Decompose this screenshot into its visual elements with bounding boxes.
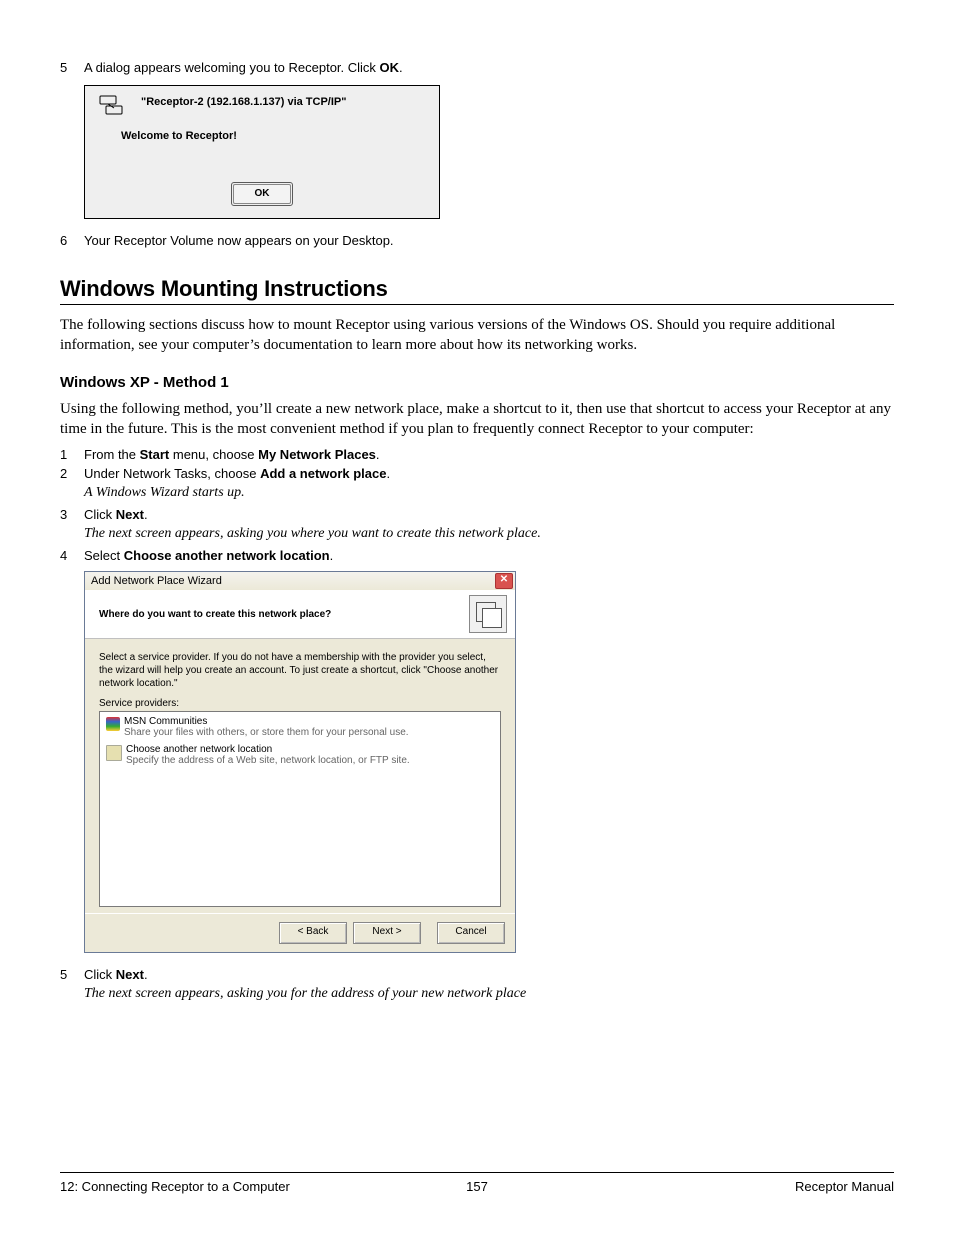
folder-icon — [106, 745, 122, 761]
step-number: 1 — [60, 447, 84, 462]
step-b5-note: The next screen appears, asking you for … — [84, 986, 894, 1002]
step-number: 3 — [60, 507, 84, 522]
step-number: 2 — [60, 466, 84, 481]
back-button[interactable]: < Back — [279, 922, 347, 944]
step-b2: 2 Under Network Tasks, choose Add a netw… — [60, 466, 894, 481]
ok-button[interactable]: OK — [233, 184, 291, 204]
section-heading: Windows Mounting Instructions — [60, 276, 894, 302]
bold: OK — [380, 60, 400, 75]
cancel-button[interactable]: Cancel — [437, 922, 505, 944]
text: . — [399, 60, 403, 75]
service-providers-listbox[interactable]: MSN Communities Share your files with ot… — [99, 711, 501, 907]
step-b2-note: A Windows Wizard starts up. — [84, 485, 894, 501]
intro-paragraph: The following sections discuss how to mo… — [60, 315, 894, 356]
step-5a: 5 A dialog appears welcoming you to Rece… — [60, 60, 894, 75]
list-item-title: MSN Communities — [124, 716, 409, 727]
list-item-subtitle: Share your files with others, or store t… — [124, 727, 409, 738]
text: From the — [84, 447, 140, 462]
footer-chapter: 12: Connecting Receptor to a Computer — [60, 1179, 290, 1194]
step-text: Under Network Tasks, choose Add a networ… — [84, 466, 894, 481]
wizard-content: Select a service provider. If you do not… — [85, 639, 515, 913]
add-network-place-wizard: Add Network Place Wizard ✕ Where do you … — [84, 571, 516, 953]
text: . — [376, 447, 380, 462]
step-number: 5 — [60, 60, 84, 75]
step-b5: 5 Click Next. — [60, 967, 894, 982]
bold: Add a network place — [260, 466, 386, 481]
text: menu, choose — [169, 447, 258, 462]
step-text: A dialog appears welcoming you to Recept… — [84, 60, 894, 75]
text: Click — [84, 967, 116, 982]
step-number: 6 — [60, 233, 84, 248]
subsection-heading: Windows XP - Method 1 — [60, 374, 894, 391]
wizard-titlebar: Add Network Place Wizard ✕ — [85, 572, 515, 590]
wizard-dialog-figure: Add Network Place Wizard ✕ Where do you … — [84, 571, 894, 953]
welcome-dialog: "Receptor-2 (192.168.1.137) via TCP/IP" … — [84, 85, 440, 219]
footer-manual-name: Receptor Manual — [795, 1179, 894, 1194]
network-places-icon — [469, 595, 507, 633]
step-b3-note: The next screen appears, asking you wher… — [84, 526, 894, 542]
text: Select — [84, 548, 124, 563]
welcome-dialog-figure: "Receptor-2 (192.168.1.137) via TCP/IP" … — [84, 85, 894, 219]
bold: Next — [116, 507, 144, 522]
wizard-description: Select a service provider. If you do not… — [99, 651, 501, 690]
intro2-paragraph: Using the following method, you’ll creat… — [60, 399, 894, 440]
wizard-button-bar: < Back Next > Cancel — [85, 913, 515, 952]
step-text: Click Next. — [84, 507, 894, 522]
text: Click — [84, 507, 116, 522]
step-text: Click Next. — [84, 967, 894, 982]
list-item-subtitle: Specify the address of a Web site, netwo… — [126, 755, 410, 766]
service-providers-label: Service providers: — [99, 698, 501, 709]
dialog-network-text: "Receptor-2 (192.168.1.137) via TCP/IP" — [141, 94, 346, 108]
list-item-title: Choose another network location — [126, 744, 410, 755]
heading-rule — [60, 304, 894, 305]
bold: Next — [116, 967, 144, 982]
page-footer: 12: Connecting Receptor to a Computer 15… — [60, 1173, 894, 1194]
wizard-title: Add Network Place Wizard — [91, 575, 222, 587]
step-text: From the Start menu, choose My Network P… — [84, 447, 894, 462]
list-item[interactable]: Choose another network location Specify … — [104, 742, 496, 768]
bold: My Network Places — [258, 447, 376, 462]
bold: Choose another network location — [124, 548, 330, 563]
wizard-question: Where do you want to create this network… — [99, 609, 331, 620]
step-b4: 4 Select Choose another network location… — [60, 548, 894, 563]
step-text: Your Receptor Volume now appears on your… — [84, 233, 894, 248]
text: . — [144, 507, 148, 522]
list-item[interactable]: MSN Communities Share your files with ot… — [104, 714, 496, 740]
ok-button-focus-ring: OK — [231, 182, 293, 206]
step-6a: 6 Your Receptor Volume now appears on yo… — [60, 233, 894, 248]
wizard-banner: Where do you want to create this network… — [85, 590, 515, 639]
text: . — [330, 548, 334, 563]
footer-page-number: 157 — [466, 1179, 488, 1194]
step-number: 5 — [60, 967, 84, 982]
text: A dialog appears welcoming you to Recept… — [84, 60, 380, 75]
msn-icon — [106, 717, 120, 731]
next-button[interactable]: Next > — [353, 922, 421, 944]
text: Under Network Tasks, choose — [84, 466, 260, 481]
bold: Start — [140, 447, 170, 462]
step-b1: 1 From the Start menu, choose My Network… — [60, 447, 894, 462]
close-icon[interactable]: ✕ — [495, 573, 513, 589]
text: . — [386, 466, 390, 481]
text: . — [144, 967, 148, 982]
dialog-welcome-text: Welcome to Receptor! — [85, 116, 439, 142]
step-text: Select Choose another network location. — [84, 548, 894, 563]
step-number: 4 — [60, 548, 84, 563]
step-b3: 3 Click Next. — [60, 507, 894, 522]
network-drive-icon — [99, 94, 123, 116]
